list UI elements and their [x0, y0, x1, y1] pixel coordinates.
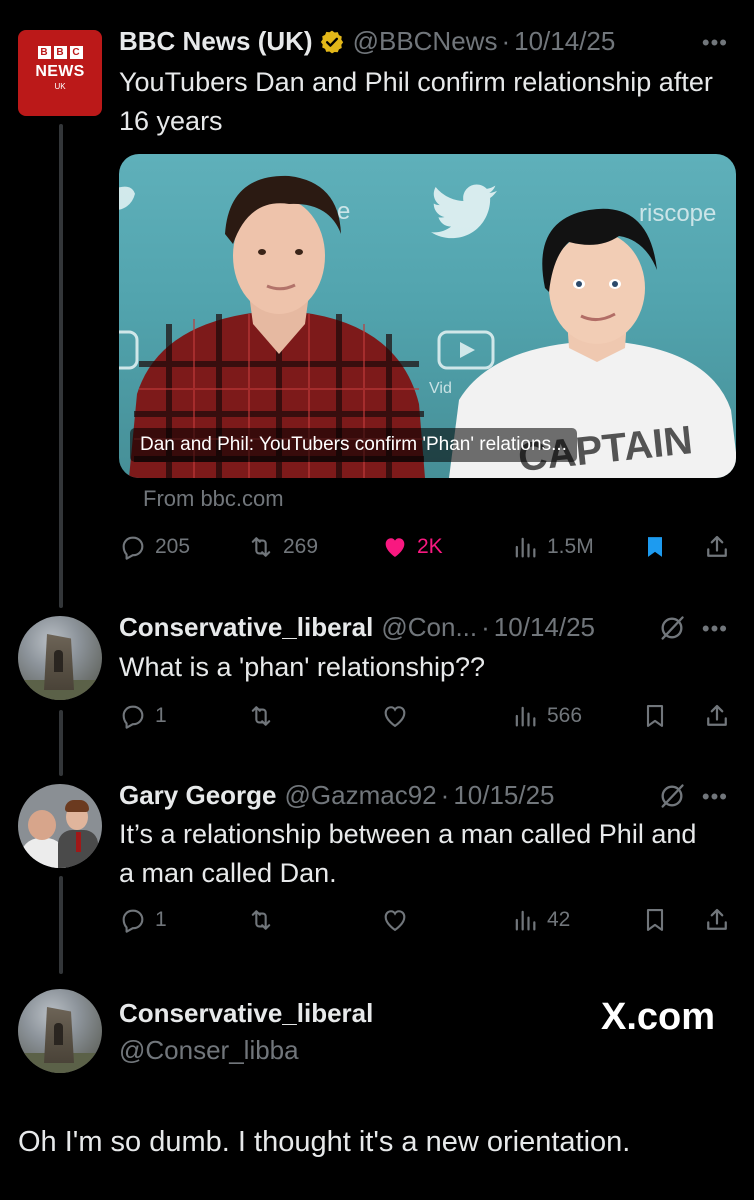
- like-button[interactable]: [381, 906, 409, 934]
- views-icon: [515, 910, 536, 931]
- bookmark-button[interactable]: [641, 702, 669, 730]
- retweet-icon: [251, 706, 271, 726]
- gary-george-avatar[interactable]: [18, 784, 102, 868]
- author-name[interactable]: BBC News (UK): [119, 26, 313, 57]
- date-separator: ·: [481, 612, 490, 642]
- reply-icon: [122, 705, 144, 729]
- reply1-text: What is a 'phan' relationship??: [119, 652, 486, 682]
- reply-button[interactable]: 1: [119, 906, 167, 934]
- like-button[interactable]: [381, 702, 409, 730]
- share-icon: [707, 908, 727, 930]
- reply-icon: [122, 536, 144, 560]
- heart-icon: [384, 706, 406, 728]
- tweet-date[interactable]: 10/14/25: [514, 26, 615, 57]
- link-card-caption[interactable]: Dan and Phil: YouTubers confirm 'Phan' r…: [130, 428, 577, 462]
- reply-count: 1: [155, 908, 167, 931]
- tweet-date[interactable]: 10/14/25: [494, 612, 595, 643]
- share-button[interactable]: [703, 702, 731, 730]
- retweet-count: 269: [283, 535, 319, 558]
- reply-count: 1: [155, 704, 167, 727]
- conservative-liberal-avatar[interactable]: [18, 616, 102, 700]
- quote-tweet-text: Oh I'm so dumb. I thought it's a new ori…: [18, 1126, 631, 1158]
- reply1-header: Conservative_liberal @Con... · 10/14/25: [119, 612, 595, 643]
- heart-icon: [385, 538, 405, 557]
- main-tweet-header: BBC News (UK) @BBCNews · 10/14/25: [119, 26, 615, 57]
- reply-button[interactable]: 1: [119, 702, 167, 730]
- bbc-logo-letter: C: [69, 46, 83, 59]
- views-icon: [515, 706, 536, 727]
- bbc-logo-news: NEWS: [35, 63, 85, 80]
- bookmark-button[interactable]: [641, 906, 669, 934]
- author-name[interactable]: Conservative_liberal: [119, 998, 373, 1029]
- bookmark-icon: [646, 909, 664, 931]
- thread-line-1: [59, 124, 63, 608]
- main-tweet-text: YouTubers Dan and Phil confirm relations…: [119, 67, 713, 136]
- reply2-text: It’s a relationship between a man called…: [119, 819, 697, 888]
- share-icon: [707, 535, 727, 557]
- reply2-header: Gary George @Gazmac92 · 10/15/25: [119, 780, 555, 811]
- view-count: 566: [547, 704, 583, 727]
- views-button[interactable]: 42: [511, 906, 570, 934]
- bookmark-button[interactable]: [641, 533, 669, 561]
- view-count: 1.5M: [547, 535, 594, 558]
- avatar-person-tie: [76, 832, 81, 852]
- more-icon[interactable]: •••: [702, 784, 728, 810]
- share-button[interactable]: [703, 906, 731, 934]
- retweet-button[interactable]: [247, 702, 275, 730]
- like-count: 2K: [417, 535, 443, 558]
- author-name[interactable]: Gary George: [119, 780, 277, 811]
- avatar-person-hair: [65, 800, 89, 812]
- author-handle[interactable]: @Gazmac92: [285, 780, 437, 811]
- author-name[interactable]: Conservative_liberal: [119, 612, 373, 643]
- reply2-actions: 1 42: [119, 906, 739, 938]
- avatar-person-head: [28, 810, 56, 840]
- grok-icon[interactable]: [658, 782, 686, 810]
- author-handle[interactable]: @BBCNews: [353, 26, 498, 57]
- reply-icon: [122, 909, 144, 933]
- bbc-logo-letter: B: [37, 46, 51, 59]
- thread-line-3: [59, 876, 63, 974]
- link-card-source[interactable]: From bbc.com: [143, 486, 284, 512]
- bbc-logo-blocks: B B C: [37, 46, 83, 59]
- share-button[interactable]: [703, 533, 731, 561]
- date-separator: ·: [501, 26, 511, 56]
- x-com-brand: X.com: [601, 996, 716, 1038]
- views-icon: [515, 537, 536, 558]
- views-button[interactable]: 566: [511, 702, 582, 730]
- view-count: 42: [547, 908, 571, 931]
- main-tweet-actions: 205 269 2K 1.5M: [119, 533, 739, 565]
- date-separator: ·: [440, 780, 450, 810]
- thread-line-2: [59, 710, 63, 776]
- bookmark-icon: [648, 537, 662, 557]
- reply-button[interactable]: 205: [119, 533, 190, 561]
- verified-badge-icon: [320, 30, 343, 53]
- retweet-icon: [251, 910, 271, 930]
- author-handle[interactable]: @Con...: [381, 612, 477, 643]
- tweet-date[interactable]: 10/15/25: [453, 780, 554, 811]
- retweet-button[interactable]: [247, 906, 275, 934]
- more-icon[interactable]: •••: [702, 616, 728, 642]
- more-icon[interactable]: •••: [702, 30, 728, 56]
- bbc-logo-letter: B: [53, 46, 67, 59]
- heart-icon: [384, 910, 406, 932]
- retweet-button[interactable]: 269: [247, 533, 318, 561]
- share-icon: [707, 704, 727, 726]
- conservative-liberal-avatar[interactable]: [18, 989, 102, 1073]
- bookmark-icon: [646, 705, 664, 727]
- avatar-tower-door: [54, 1023, 63, 1045]
- retweet-icon: [251, 537, 271, 557]
- reply-count: 205: [155, 535, 191, 558]
- bbc-logo-uk: UK: [54, 82, 66, 91]
- bbc-news-avatar[interactable]: B B C NEWS UK: [18, 30, 102, 116]
- author-handle[interactable]: @Conser_libba: [119, 1035, 299, 1066]
- views-button[interactable]: 1.5M: [511, 533, 594, 561]
- reply1-actions: 1 566: [119, 702, 739, 734]
- like-button[interactable]: 2K: [381, 533, 443, 561]
- grok-icon[interactable]: [658, 614, 686, 642]
- avatar-tower-door: [54, 650, 63, 672]
